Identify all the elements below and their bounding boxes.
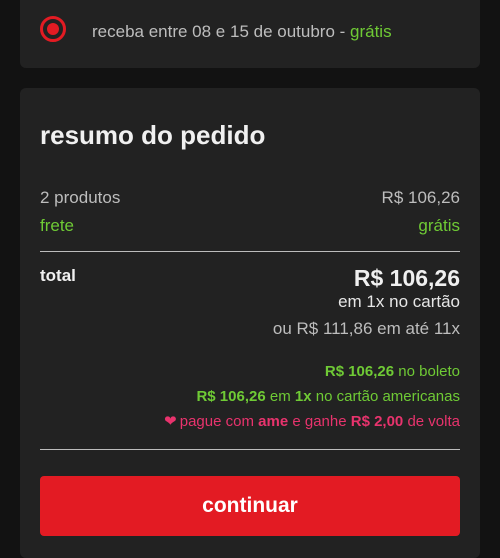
americanas-text: no cartão americanas bbox=[311, 388, 460, 405]
ame-text2: e ganhe bbox=[288, 413, 351, 430]
ame-text1: pague com bbox=[179, 413, 259, 430]
ame-text3: de volta bbox=[403, 413, 460, 430]
shipping-value: grátis bbox=[418, 216, 460, 235]
total-label: total bbox=[40, 266, 76, 285]
ame-brand: ame bbox=[258, 413, 289, 430]
americanas-amount: R$ 106,26 bbox=[196, 388, 266, 405]
alt-installment-text: ou R$ 111,86 em até 11x bbox=[272, 319, 460, 338]
products-label: 2 produtos bbox=[40, 188, 121, 207]
americanas-card-price: R$ 106,26 em 1x no cartão americanas bbox=[196, 388, 460, 405]
total-value: R$ 106,26 bbox=[353, 265, 460, 291]
continue-button[interactable]: continuar bbox=[40, 476, 460, 536]
radio-selected-icon[interactable] bbox=[40, 16, 66, 42]
delivery-option-card[interactable]: receba entre 08 e 15 de outubro - grátis bbox=[20, 0, 480, 68]
installment-text: em 1x no cartão bbox=[338, 292, 460, 311]
delivery-estimate: receba entre 08 e 15 de outubro - grátis bbox=[92, 22, 392, 42]
boleto-price: R$ 106,26 no boleto bbox=[325, 363, 460, 380]
summary-title: resumo do pedido bbox=[40, 120, 266, 150]
delivery-estimate-text: receba entre 08 e 15 de outubro - bbox=[92, 22, 351, 41]
boleto-amount: R$ 106,26 bbox=[324, 363, 395, 380]
heart-icon: ❤ bbox=[164, 413, 177, 430]
americanas-times: 1x bbox=[294, 388, 312, 405]
shipping-label: frete bbox=[40, 216, 75, 235]
products-value: R$ 106,26 bbox=[381, 188, 460, 207]
radio-dot bbox=[47, 23, 59, 35]
ame-cashback-amount: R$ 2,00 bbox=[350, 413, 404, 430]
ame-cashback: ❤ pague com ame e ganhe R$ 2,00 de volta bbox=[164, 412, 460, 430]
delivery-price: grátis bbox=[350, 22, 392, 41]
americanas-mid: em bbox=[265, 388, 295, 405]
order-summary-card: resumo do pedido 2 produtos R$ 106,26 fr… bbox=[20, 88, 480, 558]
divider bbox=[40, 449, 460, 450]
divider bbox=[40, 251, 460, 252]
boleto-text: no boleto bbox=[394, 363, 460, 380]
